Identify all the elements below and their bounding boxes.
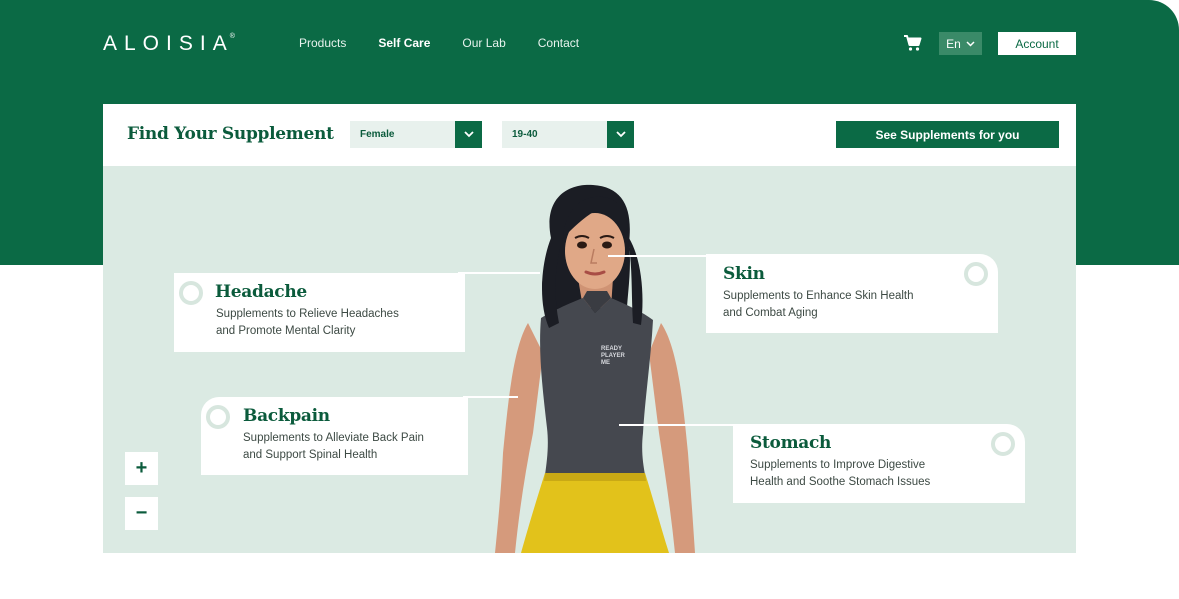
language-select[interactable]: En: [939, 32, 982, 55]
nav-our-lab[interactable]: Our Lab: [462, 36, 505, 50]
hotspot-card-headache[interactable]: Headache Supplements to Relieve Headache…: [174, 273, 465, 352]
zoom-out-button[interactable]: −: [125, 497, 158, 530]
connector-skin: [608, 255, 708, 257]
cart-icon[interactable]: [903, 34, 923, 52]
nav-self-care[interactable]: Self Care: [378, 36, 430, 50]
language-value: En: [946, 36, 961, 51]
hotspot-card-stomach[interactable]: Stomach Supplements to Improve Digestive…: [733, 424, 1025, 503]
nav-contact[interactable]: Contact: [538, 36, 579, 50]
page: ALOISIA® Products Self Care Our Lab Cont…: [0, 0, 1179, 599]
hotspot-card-skin[interactable]: Skin Supplements to Enhance Skin Health …: [706, 254, 998, 333]
hotspot-title: Backpain: [243, 406, 330, 426]
chevron-down-icon[interactable]: [607, 121, 634, 148]
zoom-in-button[interactable]: +: [125, 452, 158, 485]
brand-logo[interactable]: ALOISIA®: [103, 32, 239, 56]
hotspot-description: Supplements to Relieve Headaches and Pro…: [216, 308, 399, 337]
supplement-finder: Find Your Supplement Female 19-40 See Su…: [103, 104, 1076, 166]
age-select[interactable]: 19-40: [502, 121, 634, 148]
finder-title: Find Your Supplement: [127, 124, 334, 144]
hotspot-ring-icon: [964, 262, 988, 286]
hotspot-title: Skin: [723, 264, 765, 284]
gender-select[interactable]: Female: [350, 121, 482, 148]
hotspot-description: Supplements to Enhance Skin Health and C…: [723, 290, 914, 319]
nav-products[interactable]: Products: [299, 36, 346, 50]
gender-value: Female: [360, 129, 395, 140]
see-supplements-button[interactable]: See Supplements for you: [836, 121, 1059, 148]
hotspot-description: Supplements to Alleviate Back Pain and S…: [243, 432, 424, 461]
hotspot-ring-icon: [206, 405, 230, 429]
avatar-stage: READY PLAYER ME Headache Supplements to …: [103, 166, 1076, 553]
connector-stomach: [619, 424, 734, 426]
avatar-figure[interactable]: READY PLAYER ME: [483, 183, 723, 553]
hotspot-title: Headache: [215, 282, 307, 302]
hotspot-ring-icon: [179, 281, 203, 305]
hotspot-title: Stomach: [750, 433, 832, 453]
connector-backpain: [463, 396, 518, 398]
account-button[interactable]: Account: [998, 32, 1076, 55]
svg-text:READY: READY: [601, 346, 622, 352]
chevron-down-icon[interactable]: [455, 121, 482, 148]
svg-text:ME: ME: [601, 360, 610, 366]
connector-headache: [458, 272, 540, 274]
chevron-down-icon: [966, 40, 975, 47]
hotspot-ring-icon: [991, 432, 1015, 456]
hotspot-description: Supplements to Improve Digestive Health …: [750, 459, 931, 488]
svg-text:PLAYER: PLAYER: [601, 353, 625, 359]
hotspot-card-backpain[interactable]: Backpain Supplements to Alleviate Back P…: [201, 397, 468, 475]
main-nav: Products Self Care Our Lab Contact: [299, 36, 611, 50]
age-value: 19-40: [512, 129, 538, 140]
